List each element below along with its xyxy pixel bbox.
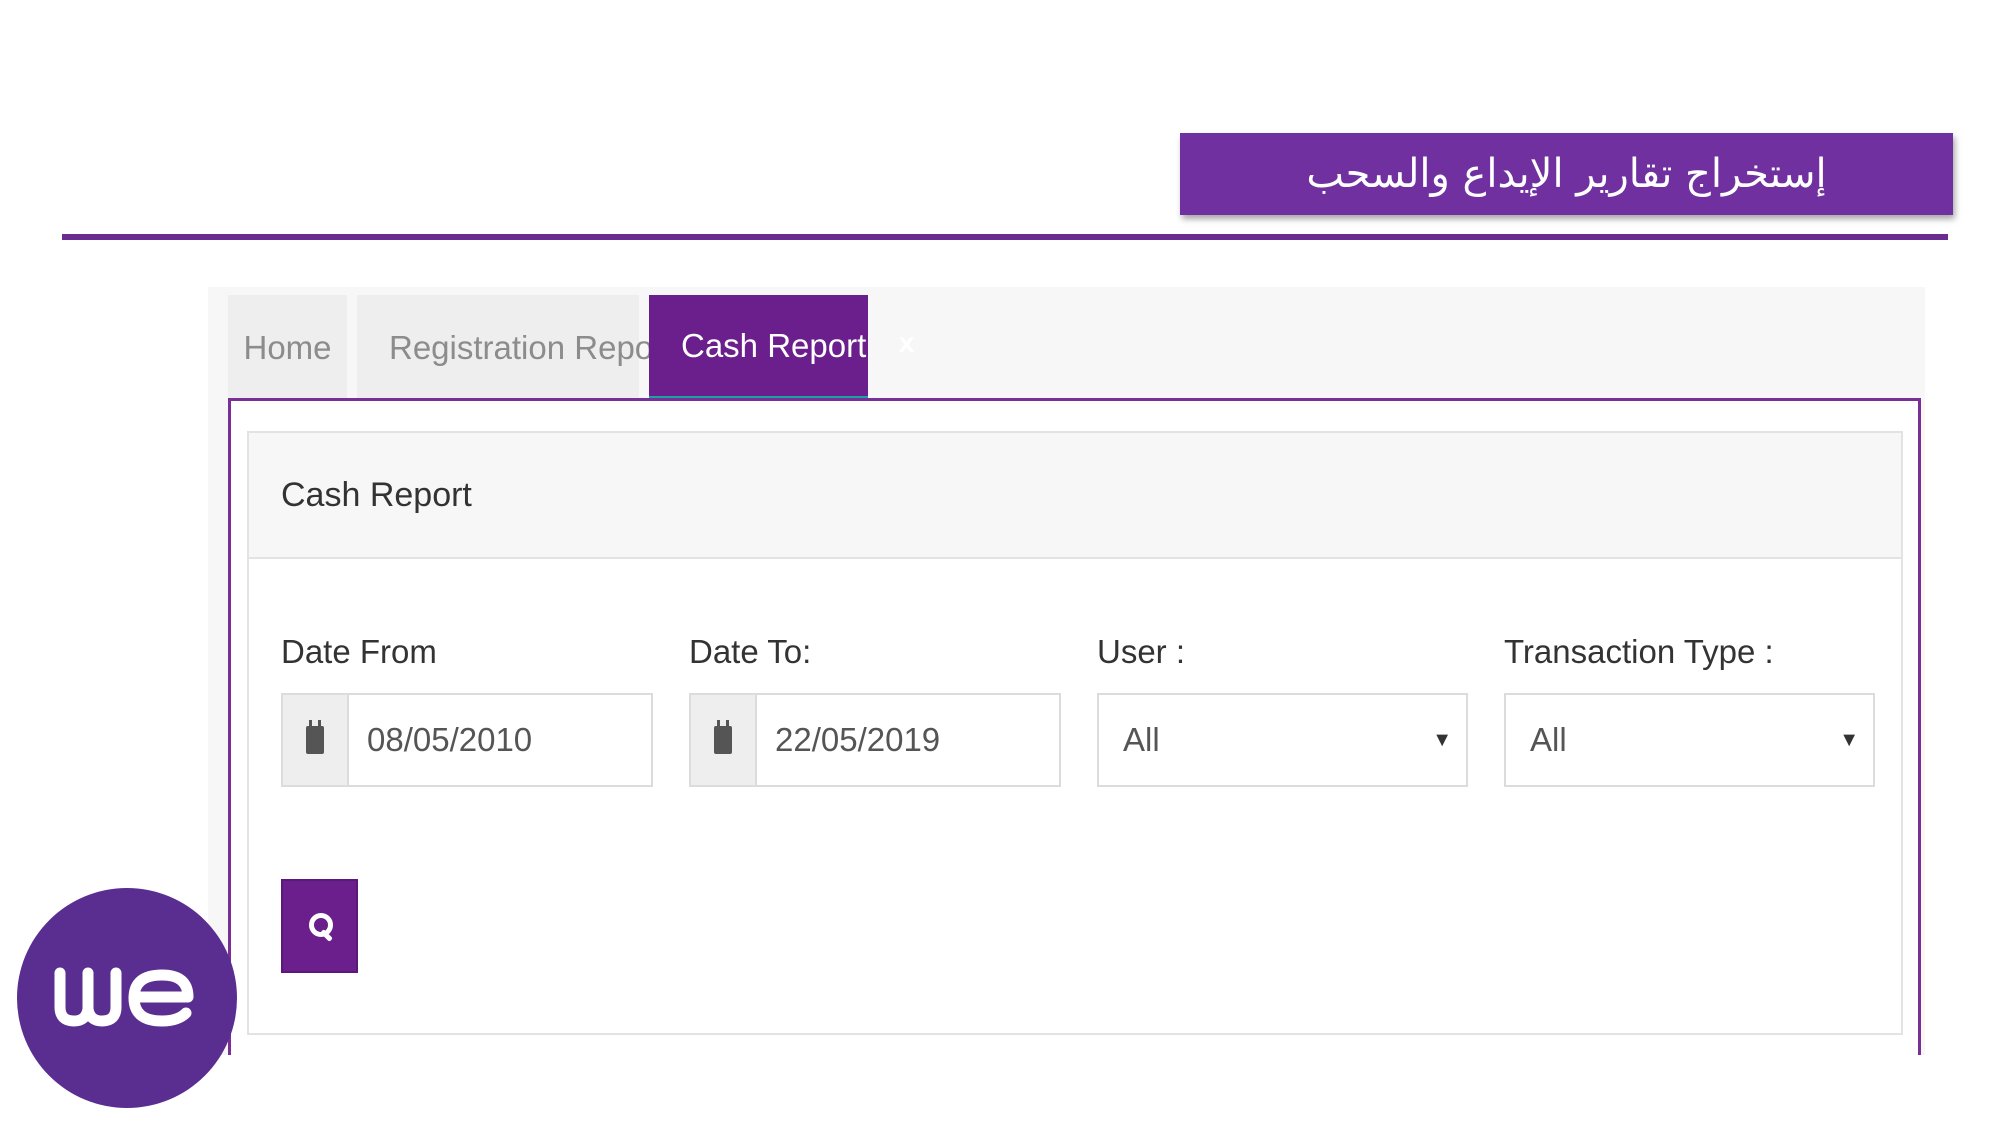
close-tab-cash-report-button[interactable]: x: [898, 330, 915, 361]
caret-down-icon: ▼: [1432, 728, 1452, 751]
tab-home-label: Home: [243, 329, 332, 366]
cash-report-panel: Cash Report Date From Date To:: [247, 431, 1903, 1035]
date-to-calendar-addon[interactable]: [691, 695, 757, 785]
user-label: User :: [1097, 633, 1186, 670]
user-group: User : All ▼: [1097, 633, 1468, 787]
we-logo: [17, 888, 237, 1108]
app-window: Home Registration Report x Cash Report x…: [208, 287, 1925, 1055]
transaction-type-select[interactable]: All ▼: [1504, 693, 1875, 787]
slide-title-banner: إستخراج تقارير الإيداع والسحب: [1180, 133, 1953, 215]
slide-divider: [62, 234, 1948, 240]
date-from-label: Date From: [281, 633, 437, 670]
panel-title: Cash Report: [281, 475, 472, 514]
tab-cash-report-label: Cash Report: [681, 326, 867, 364]
calendar-icon: [714, 720, 732, 754]
transaction-type-label: Transaction Type :: [1504, 633, 1774, 670]
tab-content: Cash Report Date From Date To:: [228, 398, 1921, 1055]
date-to-input-group: [689, 693, 1061, 787]
date-from-input-group: [281, 693, 653, 787]
search-icon: [306, 911, 334, 942]
transaction-type-group: Transaction Type : All ▼: [1504, 633, 1875, 787]
tab-bar: Home Registration Report x Cash Report x: [228, 291, 915, 401]
tab-home[interactable]: Home: [228, 295, 347, 401]
caret-down-icon: ▼: [1839, 728, 1859, 751]
we-logo-mark: [54, 967, 194, 1027]
date-from-input[interactable]: [349, 695, 651, 785]
date-from-calendar-addon[interactable]: [283, 695, 349, 785]
date-to-input[interactable]: [757, 695, 1059, 785]
tab-registration-report[interactable]: Registration Report x: [357, 295, 722, 401]
slide-title: إستخراج تقارير الإيداع والسحب: [1306, 151, 1827, 197]
date-from-group: Date From: [281, 633, 653, 787]
panel-heading: Cash Report: [249, 433, 1901, 559]
user-select-value: All: [1123, 721, 1160, 758]
calendar-icon: [306, 720, 324, 754]
filter-form: Date From Date To:: [281, 633, 1875, 787]
transaction-type-select-value: All: [1530, 721, 1567, 758]
date-to-label: Date To:: [689, 633, 812, 670]
user-select[interactable]: All ▼: [1097, 693, 1468, 787]
search-button[interactable]: [281, 879, 358, 973]
tab-registration-report-label: Registration Report: [389, 329, 674, 366]
tab-cash-report[interactable]: Cash Report x: [649, 295, 915, 401]
date-to-group: Date To:: [689, 633, 1061, 787]
